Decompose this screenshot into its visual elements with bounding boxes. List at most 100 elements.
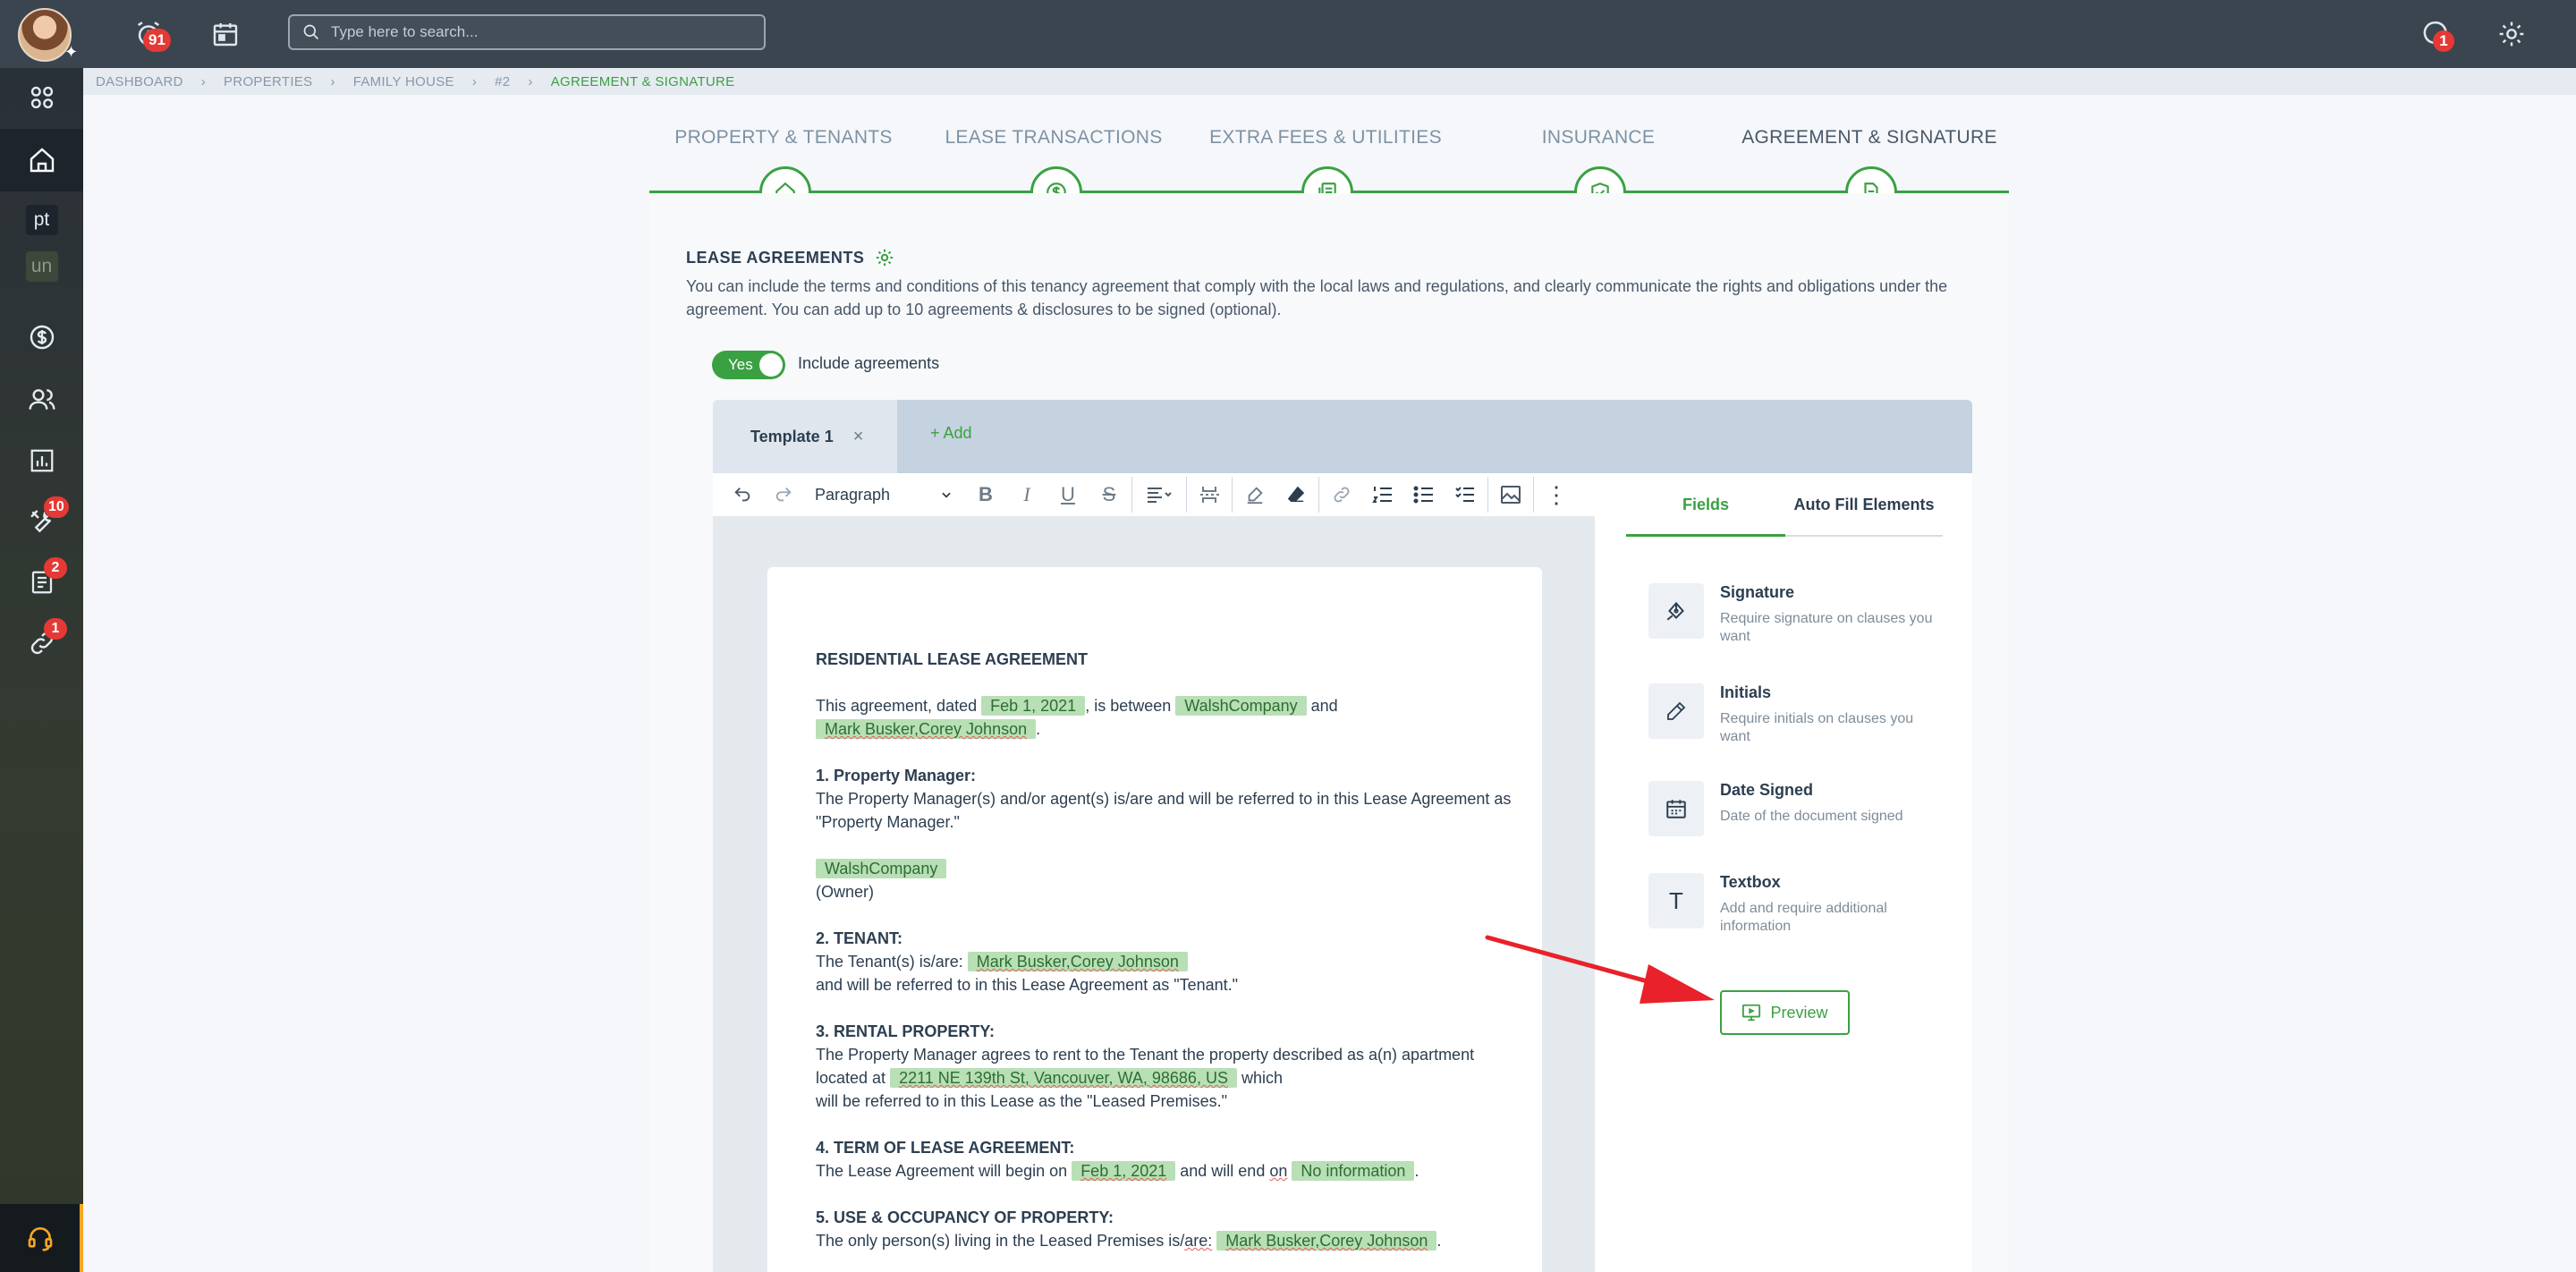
close-icon[interactable]: × — [853, 427, 864, 447]
undo-icon[interactable] — [722, 477, 763, 513]
field-textbox-name: Textbox — [1720, 873, 1781, 891]
sidebar-item-maintenance[interactable]: 10 — [0, 493, 83, 550]
field-signature-name: Signature — [1720, 583, 1795, 601]
paragraph-format-select[interactable]: Paragraph — [804, 477, 965, 513]
pencil-icon — [1648, 683, 1704, 739]
align-left-icon[interactable] — [1134, 477, 1184, 513]
intro-paragraph-line2: Mark Busker,Corey Johnson. — [816, 717, 1513, 741]
add-template-button[interactable]: + Add — [930, 424, 972, 443]
section-2-title: 2. TENANT: — [816, 929, 903, 947]
breadcrumb-dashboard[interactable]: DASHBOARD — [96, 74, 183, 89]
support-button[interactable] — [0, 1204, 83, 1272]
sidebar-tag-pt: pt — [25, 205, 58, 235]
field-signature-desc: Require signature on clauses you want — [1720, 611, 1933, 644]
tab-fields[interactable]: Fields — [1626, 496, 1785, 514]
field-tenants-chip[interactable]: Mark Busker,Corey Johnson — [816, 719, 1037, 739]
field-company-chip[interactable]: WalshCompany — [1175, 696, 1307, 716]
step-label-insurance[interactable]: INSURANCE — [1464, 127, 1733, 148]
link-icon[interactable] — [1321, 477, 1362, 513]
gear-icon[interactable] — [2492, 14, 2531, 54]
image-icon[interactable] — [1490, 477, 1531, 513]
step-label-extra-fees[interactable]: EXTRA FEES & UTILITIES — [1191, 127, 1460, 148]
section-2-text: The Tenant(s) is/are: Mark Busker,Corey … — [816, 950, 1513, 973]
toolbar-divider — [1318, 477, 1319, 513]
field-date-signed-desc: Date of the document signed — [1720, 809, 1903, 824]
alarm-clock-icon[interactable]: 91 — [129, 14, 171, 54]
sidebar-item-finance[interactable] — [0, 309, 83, 366]
chart-icon — [30, 449, 53, 472]
sidebar-item-home[interactable] — [0, 129, 83, 191]
step-label-agreement-signature[interactable]: AGREEMENT & SIGNATURE — [1735, 127, 2004, 148]
annotation-arrow — [1485, 935, 1715, 1004]
breadcrumb-unit[interactable]: #2 — [495, 74, 510, 89]
redo-icon[interactable] — [763, 477, 804, 513]
underline-icon[interactable]: U — [1047, 477, 1089, 513]
section-5-text: The only person(s) living in the Leased … — [816, 1231, 1442, 1251]
numbered-list-icon[interactable] — [1362, 477, 1403, 513]
dollar-icon — [30, 325, 54, 350]
owner-company-line: WalshCompany — [816, 857, 1513, 880]
sidebar-item-links[interactable]: 1 — [0, 615, 83, 672]
field-start-date-chip[interactable]: Feb 1, 2021 — [1072, 1161, 1176, 1181]
field-initials-name: Initials — [1720, 683, 1772, 701]
user-avatar[interactable] — [18, 8, 72, 62]
section-description: You can include the terms and conditions… — [686, 277, 1948, 318]
chat-icon[interactable]: 1 — [2415, 14, 2454, 54]
include-agreements-toggle[interactable]: Yes — [712, 351, 785, 379]
breadcrumb-family-house[interactable]: FAMILY HOUSE — [353, 74, 454, 89]
field-company-chip[interactable]: WalshCompany — [816, 859, 947, 878]
section-3-text: The Property Manager agrees to rent to t… — [816, 1046, 1475, 1088]
highlight-icon[interactable] — [1234, 477, 1275, 513]
section-4-title: 4. TERM OF LEASE AGREEMENT: — [816, 1139, 1075, 1157]
sidebar-item-documents[interactable]: 2 — [0, 554, 83, 611]
document-content[interactable]: RESIDENTIAL LEASE AGREEMENT This agreeme… — [816, 648, 1513, 1252]
tab-template-1[interactable]: Template 1 × — [713, 400, 897, 473]
headset-icon — [28, 1227, 52, 1251]
search-bar[interactable] — [288, 14, 766, 50]
step-label-lease-transactions[interactable]: LEASE TRANSACTIONS — [919, 127, 1188, 148]
bold-icon[interactable]: B — [965, 477, 1006, 513]
strikethrough-icon[interactable]: S — [1089, 477, 1130, 513]
field-date-signed[interactable]: Date Signed Date of the document signed — [1648, 781, 1953, 844]
italic-icon[interactable]: I — [1006, 477, 1047, 513]
template-tab-bar — [713, 400, 1972, 473]
calendar-icon[interactable] — [206, 14, 245, 54]
toggle-knob — [759, 353, 783, 377]
breadcrumb-current: AGREEMENT & SIGNATURE — [550, 73, 735, 89]
maintenance-badge: 10 — [44, 496, 69, 518]
sidebar-tag-un: un — [25, 251, 58, 282]
sidebar-item-people[interactable] — [0, 371, 83, 428]
eraser-icon[interactable] — [1275, 477, 1317, 513]
sidebar-item-un[interactable]: un — [0, 243, 83, 290]
sidebar-item-pt[interactable]: pt — [0, 197, 83, 243]
sidebar-item-dashboard[interactable] — [0, 69, 83, 126]
pin-icon: ✦ — [64, 43, 79, 61]
field-date-chip[interactable]: Feb 1, 2021 — [981, 696, 1086, 716]
field-signature[interactable]: Signature Require signature on clauses y… — [1648, 583, 1953, 655]
editor-toolbar: Paragraph B I U S ⋮ — [713, 473, 1595, 516]
field-initials[interactable]: Initials Require initials on clauses you… — [1648, 683, 1953, 755]
settings-gear-icon[interactable] — [875, 248, 894, 267]
field-end-date-chip[interactable]: No information — [1292, 1161, 1415, 1181]
more-options-icon[interactable]: ⋮ — [1536, 477, 1577, 513]
section-title-text: LEASE AGREEMENTS — [686, 248, 865, 267]
breadcrumb-properties[interactable]: PROPERTIES — [224, 74, 312, 89]
page-break-icon[interactable] — [1189, 477, 1230, 513]
toolbar-divider — [1232, 477, 1233, 513]
messages-badge: 1 — [2433, 30, 2454, 52]
alerts-badge: 91 — [143, 29, 171, 52]
intro-paragraph: This agreement, dated Feb 1, 2021, is be… — [816, 696, 1338, 716]
tab-auto-fill-elements[interactable]: Auto Fill Elements — [1785, 496, 1943, 514]
calendar-icon — [1648, 781, 1704, 836]
preview-button[interactable]: Preview — [1720, 990, 1850, 1035]
paragraph-format-value: Paragraph — [815, 485, 891, 504]
field-tenants-chip[interactable]: Mark Busker,Corey Johnson — [967, 952, 1188, 971]
sidebar-item-reports[interactable] — [0, 432, 83, 489]
text-icon: T — [1648, 873, 1704, 929]
checklist-icon[interactable] — [1445, 477, 1486, 513]
search-input[interactable] — [331, 23, 724, 41]
field-tenants-chip[interactable]: Mark Busker,Corey Johnson — [1216, 1231, 1437, 1251]
field-address-chip[interactable]: 2211 NE 139th St, Vancouver, WA, 98686, … — [890, 1068, 1237, 1088]
step-label-property-tenants[interactable]: PROPERTY & TENANTS — [649, 127, 918, 148]
bullet-list-icon[interactable] — [1403, 477, 1445, 513]
